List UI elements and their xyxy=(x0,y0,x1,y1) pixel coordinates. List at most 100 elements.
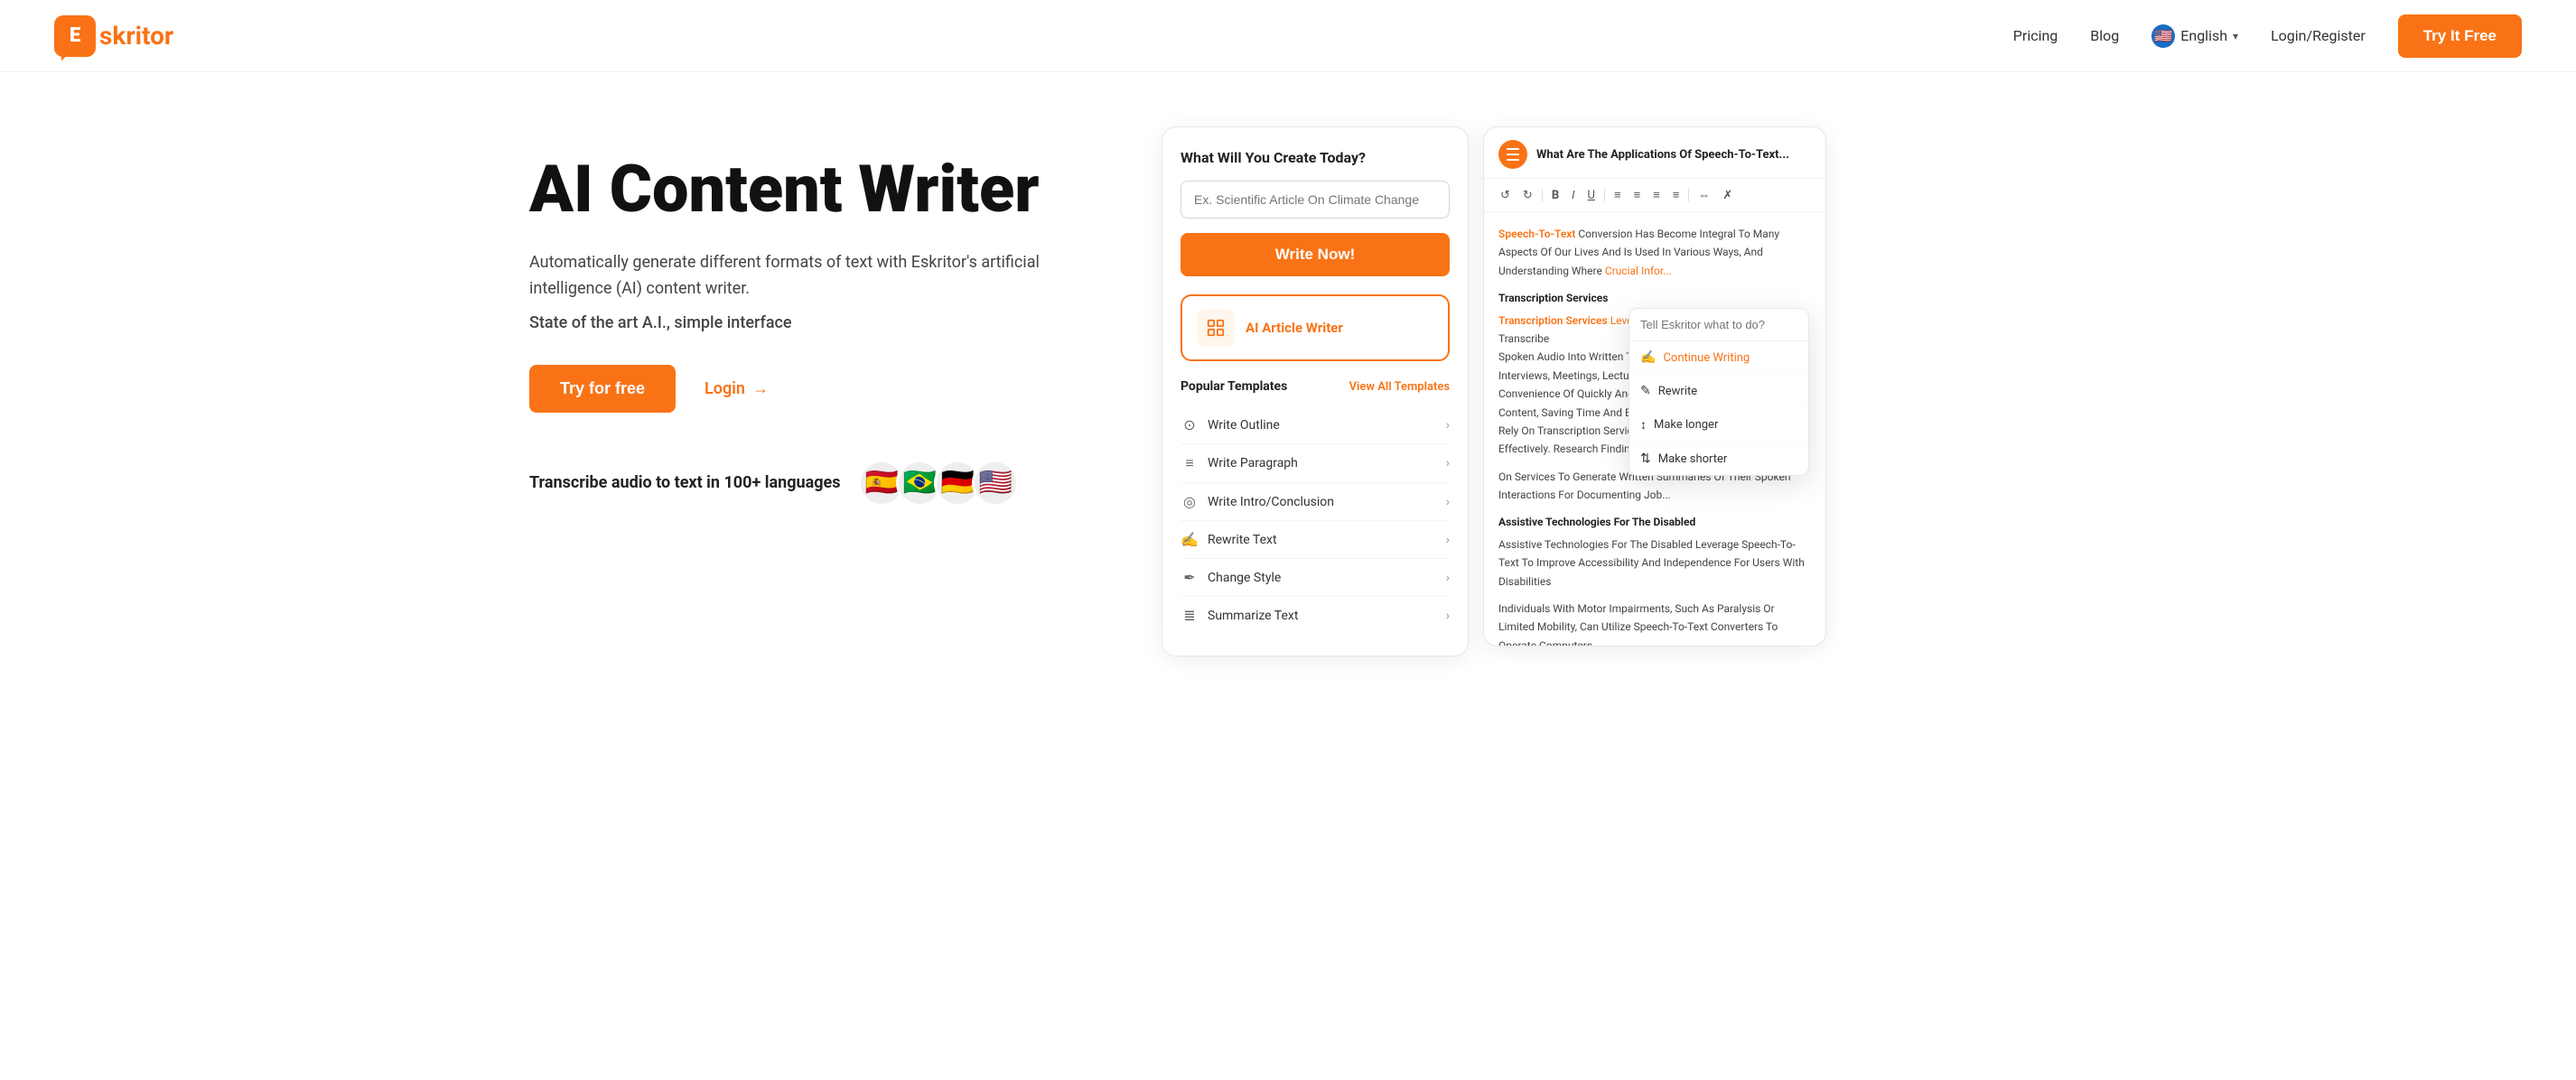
editor-toolbar: ↺ ↻ B I U ≡ ≡ ≡ ≡ ⇔ ✗ xyxy=(1484,179,1825,212)
hero-left: AI Content Writer Automatically generate… xyxy=(529,126,1107,507)
template-write-outline[interactable]: ⊙ Write Outline › xyxy=(1181,406,1450,444)
hero-subtitle: State of the art A.I., simple interface xyxy=(529,313,1107,332)
underline-button[interactable]: U xyxy=(1584,187,1599,204)
transcribe-text: Transcribe audio to text in 100+ languag… xyxy=(529,473,840,492)
chevron-right-icon: › xyxy=(1446,533,1450,547)
chevron-right-icon: › xyxy=(1446,495,1450,509)
summarize-text-icon: ≣ xyxy=(1181,607,1199,624)
write-intro-icon: ◎ xyxy=(1181,493,1199,510)
language-text: English xyxy=(2180,27,2227,44)
try-for-free-button[interactable]: Try for free xyxy=(529,365,676,413)
link-button[interactable]: ⇔ xyxy=(1694,186,1713,204)
right-panel-header: What Are The Applications Of Speech-To-T… xyxy=(1484,127,1825,179)
ai-action-dropdown: ✍ Continue Writing ✎ Rewrite ↕ Make long… xyxy=(1629,308,1809,476)
ai-article-label: AI Article Writer xyxy=(1246,320,1343,336)
navbar: E skritor Pricing Blog 🇺🇸 English ▾ Logi… xyxy=(0,0,2576,72)
flag-icon: 🇺🇸 xyxy=(2151,24,2175,48)
template-change-style[interactable]: ✒ Change Style › xyxy=(1181,559,1450,597)
topic-input[interactable] xyxy=(1181,181,1450,219)
make-longer-option[interactable]: ↕ Make longer xyxy=(1629,408,1808,442)
menu-icon[interactable] xyxy=(1498,140,1527,169)
templates-list: ⊙ Write Outline › ≡ Write Paragraph › ◎ xyxy=(1181,406,1450,634)
make-shorter-label: Make shorter xyxy=(1658,452,1728,466)
section4-body: Individuals With Motor Impairments, Such… xyxy=(1498,600,1811,646)
ai-icon xyxy=(1197,309,1235,347)
pricing-link[interactable]: Pricing xyxy=(2013,27,2058,44)
transcribe-section: Transcribe audio to text in 100+ languag… xyxy=(529,460,1107,507)
login-action[interactable]: Login → xyxy=(705,379,769,398)
continue-writing-option[interactable]: ✍ Continue Writing xyxy=(1629,341,1808,375)
continue-writing-label: Continue Writing xyxy=(1663,351,1750,365)
chevron-down-icon: ▾ xyxy=(2233,30,2238,42)
ordered-list-button[interactable]: ≡ xyxy=(1610,186,1625,204)
chevron-right-icon: › xyxy=(1446,571,1450,585)
toolbar-separator xyxy=(1604,189,1605,201)
ai-article-card[interactable]: AI Article Writer xyxy=(1181,294,1450,361)
toolbar-separator xyxy=(1542,189,1543,201)
logo[interactable]: E skritor xyxy=(54,15,173,57)
change-style-icon: ✒ xyxy=(1181,569,1199,586)
make-longer-label: Make longer xyxy=(1654,418,1718,432)
login-text: Login xyxy=(705,379,745,398)
italic-button[interactable]: I xyxy=(1568,187,1578,204)
unordered-list-button[interactable]: ≡ xyxy=(1630,186,1645,204)
chevron-right-icon: › xyxy=(1446,456,1450,470)
flag-american: 🇺🇸 xyxy=(972,460,1019,507)
clear-format-button[interactable]: ✗ xyxy=(1719,187,1736,204)
logo-icon: E xyxy=(54,15,96,57)
language-selector[interactable]: 🇺🇸 English ▾ xyxy=(2151,24,2238,48)
rewrite-text-icon: ✍ xyxy=(1181,531,1199,548)
login-register-link[interactable]: Login/Register xyxy=(2271,27,2366,44)
hero-section: AI Content Writer Automatically generate… xyxy=(475,72,2101,693)
view-all-link[interactable]: View All Templates xyxy=(1349,380,1450,394)
section1-title: Transcription Services xyxy=(1498,289,1811,307)
write-now-button[interactable]: Write Now! xyxy=(1181,233,1450,276)
write-paragraph-label: Write Paragraph xyxy=(1208,456,1298,470)
change-style-label: Change Style xyxy=(1208,571,1281,585)
template-summarize-text[interactable]: ≣ Summarize Text › xyxy=(1181,597,1450,634)
left-panel: What Will You Create Today? Write Now! A… xyxy=(1162,126,1469,656)
align-left-button[interactable]: ≡ xyxy=(1649,186,1664,204)
make-longer-icon: ↕ xyxy=(1640,417,1647,433)
write-paragraph-icon: ≡ xyxy=(1181,454,1199,472)
redo-button[interactable]: ↻ xyxy=(1519,187,1536,204)
continue-writing-icon: ✍ xyxy=(1640,350,1656,365)
write-outline-icon: ⊙ xyxy=(1181,416,1199,433)
summarize-text-label: Summarize Text xyxy=(1208,609,1298,623)
align-right-button[interactable]: ≡ xyxy=(1669,186,1684,204)
undo-button[interactable]: ↺ xyxy=(1497,187,1514,204)
try-it-free-button[interactable]: Try It Free xyxy=(2398,14,2522,58)
template-write-paragraph[interactable]: ≡ Write Paragraph › xyxy=(1181,444,1450,483)
content-intro: Speech-To-Text Conversion Has Become Int… xyxy=(1498,225,1811,280)
rewrite-icon: ✎ xyxy=(1640,384,1651,398)
flags-row: 🇪🇸 🇧🇷 🇩🇪 🇺🇸 xyxy=(858,460,1019,507)
rewrite-text-label: Rewrite Text xyxy=(1208,533,1277,547)
make-shorter-option[interactable]: ⇅ Make shorter xyxy=(1629,442,1808,475)
right-panel-title: What Are The Applications Of Speech-To-T… xyxy=(1536,148,1811,162)
hero-right: What Will You Create Today? Write Now! A… xyxy=(1162,126,2047,656)
chevron-right-icon: › xyxy=(1446,609,1450,623)
logo-text: skritor xyxy=(99,21,173,51)
nav-links: Pricing Blog 🇺🇸 English ▾ Login/Register… xyxy=(2013,14,2522,58)
write-outline-label: Write Outline xyxy=(1208,418,1280,433)
template-write-intro[interactable]: ◎ Write Intro/Conclusion › xyxy=(1181,483,1450,521)
section3-body: Assistive Technologies For The Disabled … xyxy=(1498,535,1811,591)
rewrite-label: Rewrite xyxy=(1658,385,1697,398)
hero-actions: Try for free Login → xyxy=(529,365,1107,413)
hero-title: AI Content Writer xyxy=(529,154,1107,225)
toolbar-separator xyxy=(1688,189,1689,201)
make-shorter-icon: ⇅ xyxy=(1640,452,1651,466)
rewrite-option[interactable]: ✎ Rewrite xyxy=(1629,375,1808,408)
panel-title: What Will You Create Today? xyxy=(1181,149,1450,166)
blog-link[interactable]: Blog xyxy=(2090,27,2119,44)
bold-button[interactable]: B xyxy=(1548,187,1563,204)
section3-title: Assistive Technologies For The Disabled xyxy=(1498,513,1811,531)
template-rewrite-text[interactable]: ✍ Rewrite Text › xyxy=(1181,521,1450,559)
popular-templates-title: Popular Templates xyxy=(1181,379,1287,394)
dropdown-input[interactable] xyxy=(1629,309,1808,341)
hero-description: Automatically generate different formats… xyxy=(529,250,1107,303)
right-panel: What Are The Applications Of Speech-To-T… xyxy=(1483,126,1826,647)
write-intro-label: Write Intro/Conclusion xyxy=(1208,495,1334,509)
popular-header: Popular Templates View All Templates xyxy=(1181,379,1450,394)
arrow-icon: → xyxy=(752,379,769,398)
